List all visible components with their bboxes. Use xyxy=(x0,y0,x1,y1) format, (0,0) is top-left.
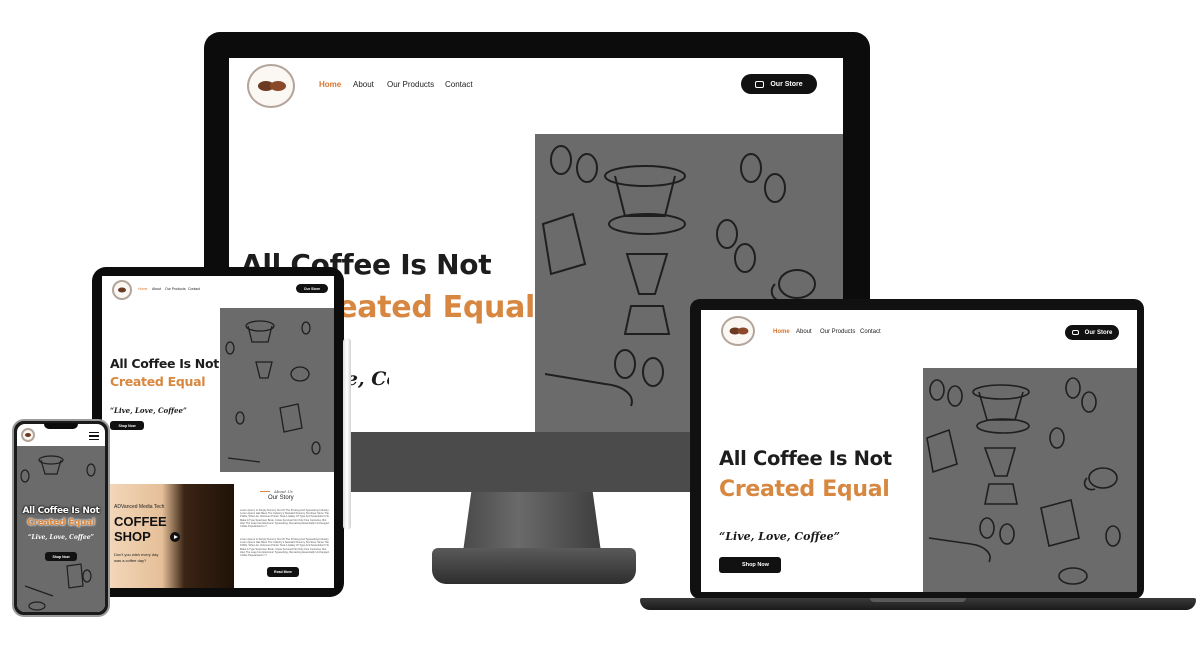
tablet-hero-pattern xyxy=(220,308,334,472)
laptop-our-store-label: Our Store xyxy=(1084,329,1113,336)
tablet-nav-about[interactable]: About xyxy=(152,287,161,291)
about-paragraph-1: Lorem Ipsum Is Simply Dummy Text Of The … xyxy=(240,509,330,529)
tablet-logo-icon[interactable] xyxy=(112,280,132,300)
about-paragraph-2: Lorem Ipsum Is Simply Dummy Text Of The … xyxy=(240,538,330,558)
video-thumbnail[interactable]: ADVanced Media Tech COFFEE SHOP Don't yo… xyxy=(110,484,234,588)
phone-coffee-doodles xyxy=(20,455,96,611)
our-store-label: Our Store xyxy=(770,80,803,88)
laptop-hero-pattern xyxy=(923,368,1137,592)
tablet-shop-now-label: Shop Now xyxy=(118,423,136,428)
phone-hero-line2: Created Equal xyxy=(27,518,95,528)
read-more-label: Read More xyxy=(274,570,292,574)
about-kicker: About Us xyxy=(274,489,293,494)
laptop-nav-about[interactable]: About xyxy=(796,329,812,335)
laptop-shop-cart-icon xyxy=(731,563,737,568)
tablet-coffee-doodles xyxy=(225,320,321,463)
laptop-logo-icon[interactable] xyxy=(721,316,755,346)
tablet-hero-tagline: “Live, Love, Coffee” xyxy=(110,406,187,415)
tablet-nav-contact[interactable]: Contact xyxy=(188,287,200,291)
laptop-cart-icon xyxy=(1071,330,1079,335)
about-kicker-rule xyxy=(260,491,270,492)
laptop-hinge xyxy=(870,598,966,602)
nav-contact[interactable]: Contact xyxy=(445,80,473,89)
video-caption-line2: was a coffee day? xyxy=(114,558,147,563)
tablet-hero-line1: All Coffee Is Not xyxy=(110,356,219,371)
laptop-nav-products[interactable]: Our Products xyxy=(820,329,855,335)
nav-home[interactable]: Home xyxy=(319,80,341,89)
phone-screen: All Coffee Is Not Created Equal “Live, L… xyxy=(17,424,105,612)
tablet-nav-products[interactable]: Our Products xyxy=(165,287,186,291)
cart-icon xyxy=(755,80,765,88)
tablet-hero-line2: Created Equal xyxy=(110,374,206,389)
laptop-coffee-doodles xyxy=(926,377,1121,585)
video-caption-line1: Don't you wish every day xyxy=(114,552,159,557)
phone-shop-now-button[interactable]: Shop Now xyxy=(45,552,77,561)
logo-icon[interactable] xyxy=(247,64,295,108)
video-brand: ADVanced Media Tech xyxy=(114,504,165,510)
menu-icon[interactable] xyxy=(89,432,99,440)
play-icon[interactable] xyxy=(170,532,180,542)
video-title-line1: COFFEE xyxy=(114,514,167,529)
phone-notch xyxy=(44,423,78,429)
tablet-our-store-label: Our Store xyxy=(303,286,321,291)
tablet-nav-home[interactable]: Home xyxy=(138,287,147,291)
nav-our-products[interactable]: Our Products xyxy=(387,80,434,89)
about-title: Our Story xyxy=(268,495,294,501)
tablet-our-store-button[interactable]: Our Store xyxy=(296,284,328,293)
read-more-button[interactable]: Read More xyxy=(267,567,299,577)
monitor-stand-base xyxy=(432,548,636,584)
laptop-hero-line1: All Coffee Is Not xyxy=(719,447,892,470)
laptop-hero-tagline: “Live, Love, Coffee” xyxy=(719,530,840,543)
laptop-shop-now-label: Shop Now xyxy=(742,562,769,568)
phone-hero-pattern xyxy=(17,446,105,612)
our-store-button[interactable]: Our Store xyxy=(741,74,817,94)
laptop-hero-line2: Created Equal xyxy=(719,477,890,502)
phone-hero-tagline: “Live, Love, Coffee” xyxy=(28,534,94,541)
laptop-shop-now-button[interactable]: Shop Now xyxy=(719,557,781,573)
laptop-screen: Home About Our Products Contact Our Stor… xyxy=(701,310,1137,592)
tablet-pencil xyxy=(343,338,351,530)
tablet-screen: Home About Our Products Contact Our Stor… xyxy=(102,276,334,588)
laptop-nav-home[interactable]: Home xyxy=(773,329,790,335)
phone-logo-icon[interactable] xyxy=(21,428,35,442)
video-title-line2: SHOP xyxy=(114,529,151,544)
laptop-our-store-button[interactable]: Our Store xyxy=(1065,325,1119,340)
phone-shop-now-label: Shop Now xyxy=(52,554,70,559)
laptop-nav-contact[interactable]: Contact xyxy=(860,329,881,335)
tablet-shop-now-button[interactable]: Shop Now xyxy=(110,421,144,430)
phone-hero-line1: All Coffee Is Not xyxy=(22,506,100,516)
nav-about[interactable]: About xyxy=(353,80,374,89)
